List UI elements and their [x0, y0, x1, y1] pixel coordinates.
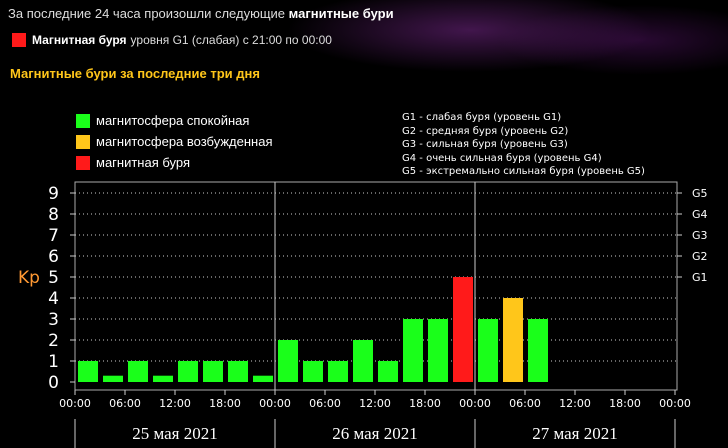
kp-bar: [228, 361, 248, 382]
x-tick-label: 12:00: [559, 397, 591, 410]
y-tick-label: 5: [48, 268, 59, 288]
y-tick-label: 2: [48, 331, 59, 351]
right-tick-g2: G2: [692, 250, 708, 263]
right-tick-g4: G4: [692, 208, 708, 221]
kp-bar: [153, 375, 173, 382]
kp-bar: [478, 319, 498, 382]
kp-bar: [328, 361, 348, 382]
kp-bar: [303, 361, 323, 382]
x-tick-label: 00:00: [659, 397, 691, 410]
day-label: 27 мая 2021: [532, 424, 618, 443]
kp-bar: [103, 375, 123, 382]
day-label: 25 мая 2021: [132, 424, 218, 443]
x-tick-label: 00:00: [59, 397, 91, 410]
right-tick-g3: G3: [692, 229, 708, 242]
kp-bar: [203, 361, 223, 382]
kp-bar: [453, 277, 473, 382]
y-tick-label: 3: [48, 310, 59, 330]
x-tick-label: 06:00: [309, 397, 341, 410]
x-tick-label: 06:00: [509, 397, 541, 410]
x-tick-label: 12:00: [159, 397, 191, 410]
right-tick-g5: G5: [692, 187, 708, 200]
y-tick-label: 7: [48, 226, 59, 246]
y-tick-label: 4: [48, 289, 59, 309]
kp-bar: [528, 319, 548, 382]
y-tick-label: 9: [48, 184, 59, 204]
kp-bar: [403, 319, 423, 382]
kp-bar: [178, 361, 198, 382]
kp-index-chart: 0123456789 G1 G2 G3 G4 G5 Kp 00:00 06:00 12:00 18:…: [18, 181, 708, 448]
kp-bar: [378, 361, 398, 382]
right-tick-g1: G1: [692, 271, 708, 284]
x-tick-label: 18:00: [609, 397, 641, 410]
day-label: 26 мая 2021: [332, 424, 418, 443]
x-tick-label: 06:00: [109, 397, 141, 410]
y-tick-label: 6: [48, 247, 59, 267]
kp-bar: [253, 375, 273, 382]
x-tick-label: 00:00: [259, 397, 291, 410]
plot-frame: [74, 181, 678, 391]
kp-bar: [353, 340, 373, 382]
y-tick-label: 8: [48, 205, 59, 225]
kp-bar: [78, 361, 98, 382]
x-tick-label: 00:00: [459, 397, 491, 410]
kp-bar: [278, 340, 298, 382]
y-axis-label: Kp: [18, 268, 40, 288]
x-tick-label: 18:00: [209, 397, 241, 410]
y-tick-label: 0: [48, 373, 59, 393]
kp-bar: [128, 361, 148, 382]
x-tick-label: 12:00: [359, 397, 391, 410]
kp-bar: [428, 319, 448, 382]
y-tick-label: 1: [48, 352, 59, 372]
kp-bar: [503, 298, 523, 382]
x-tick-label: 18:00: [409, 397, 441, 410]
